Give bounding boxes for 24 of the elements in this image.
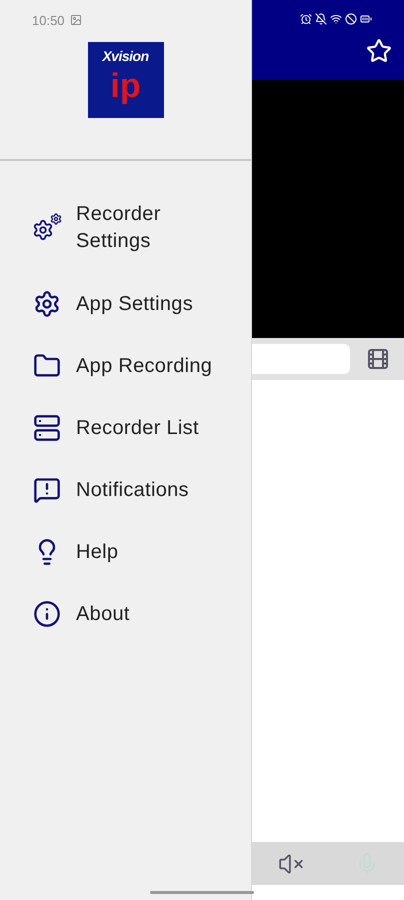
image-icon	[70, 14, 82, 26]
logo-brand: Xvision	[102, 48, 149, 64]
input-field[interactable]	[252, 344, 350, 374]
logo-mark: ip	[110, 68, 141, 104]
block-icon	[345, 13, 357, 25]
menu-item[interactable]: Recorder Settings	[0, 197, 251, 259]
gesture-handle[interactable]	[150, 891, 254, 894]
info-icon	[33, 600, 61, 628]
server-icon	[33, 414, 61, 442]
mute-icon	[315, 13, 327, 25]
menu-item[interactable]: App Recording	[0, 335, 251, 397]
menu-item[interactable]: App Settings	[0, 273, 251, 335]
favorite-button[interactable]	[366, 38, 392, 64]
menu-item[interactable]: Help	[0, 521, 251, 583]
gears-icon	[32, 213, 62, 243]
menu-item[interactable]: About	[0, 583, 251, 645]
film-button[interactable]	[366, 347, 390, 371]
status-time: 10:50	[32, 12, 65, 28]
settings-icon	[33, 290, 61, 318]
menu-item[interactable]: Recorder List	[0, 397, 251, 459]
battery-icon	[360, 13, 372, 25]
menu-item[interactable]: Notifications	[0, 459, 251, 521]
alarm-icon	[300, 13, 312, 25]
alert-message-icon	[33, 476, 61, 504]
